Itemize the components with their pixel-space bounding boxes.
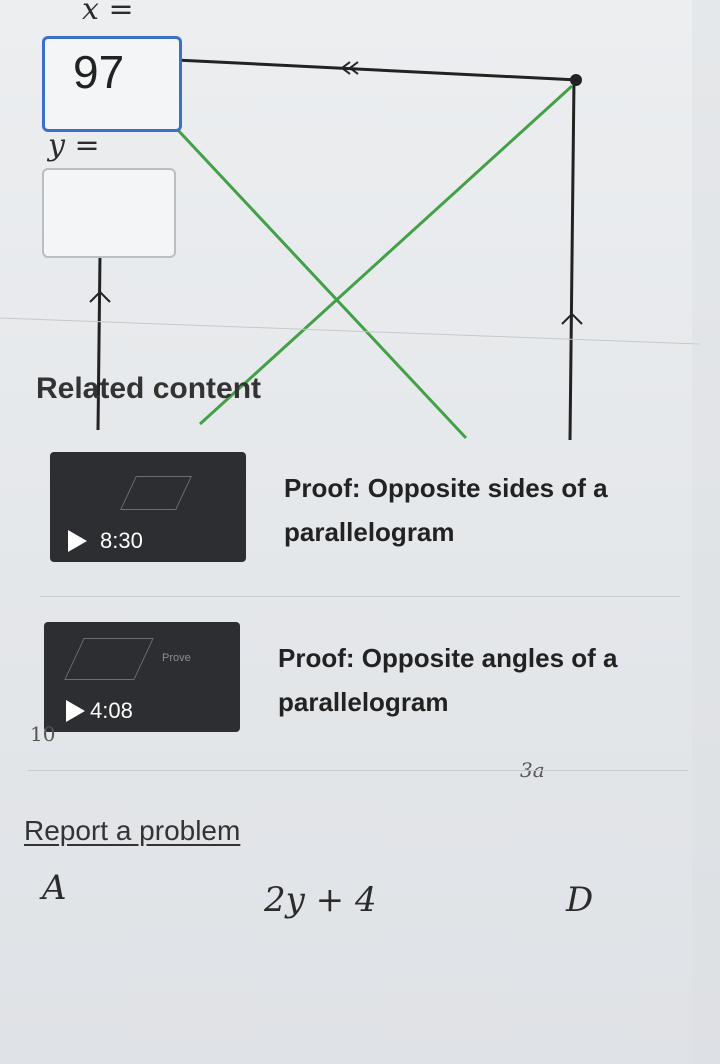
video-duration: 8:30 (100, 528, 143, 553)
video-item[interactable]: 8:30 Proof: Opposite sides of a parallel… (50, 452, 690, 564)
video-thumbnail[interactable]: Prove 4:08 (44, 622, 240, 732)
bg-label-left: 10 (30, 722, 56, 746)
x-answer-value: 97 (73, 46, 125, 98)
video-title-line: Proof: Opposite sides of a (284, 473, 608, 503)
video-title-line: parallelogram (284, 517, 455, 547)
vertex-d-label: D (566, 880, 594, 920)
thumbnail-caption: Prove (162, 652, 191, 664)
video-duration: 4:08 (90, 698, 133, 723)
video-title[interactable]: Proof: Opposite angles of a parallelogra… (278, 636, 617, 724)
y-answer-input[interactable] (42, 168, 176, 258)
side-expression-label: 2y + 4 (264, 880, 377, 920)
top-side (175, 58, 579, 82)
video-item[interactable]: Prove 4:08 Proof: Opposite angles of a p… (44, 622, 684, 734)
screen-edge (692, 0, 720, 1064)
x-label: x = (82, 0, 134, 27)
x-answer-input[interactable]: 97 (42, 36, 182, 132)
vertex-a-label: A (42, 868, 67, 908)
video-divider (40, 596, 680, 597)
video-title-line: Proof: Opposite angles of a (278, 643, 618, 673)
related-content-heading: Related content (36, 372, 262, 405)
video-thumbnail[interactable]: 8:30 (50, 452, 246, 562)
right-side (568, 79, 576, 441)
report-problem-link[interactable]: Report a problem (24, 815, 240, 847)
play-icon (68, 530, 87, 552)
parallelogram-thumb-icon (64, 638, 154, 680)
video-title-line: parallelogram (278, 687, 449, 717)
page-divider (0, 317, 701, 345)
section-divider (28, 770, 688, 771)
vertex-dot (570, 74, 582, 86)
y-label: y = (48, 128, 100, 163)
play-icon (66, 700, 85, 722)
parallelogram-thumb-icon (120, 476, 192, 510)
video-title[interactable]: Proof: Opposite sides of a parallelogram (284, 466, 608, 554)
